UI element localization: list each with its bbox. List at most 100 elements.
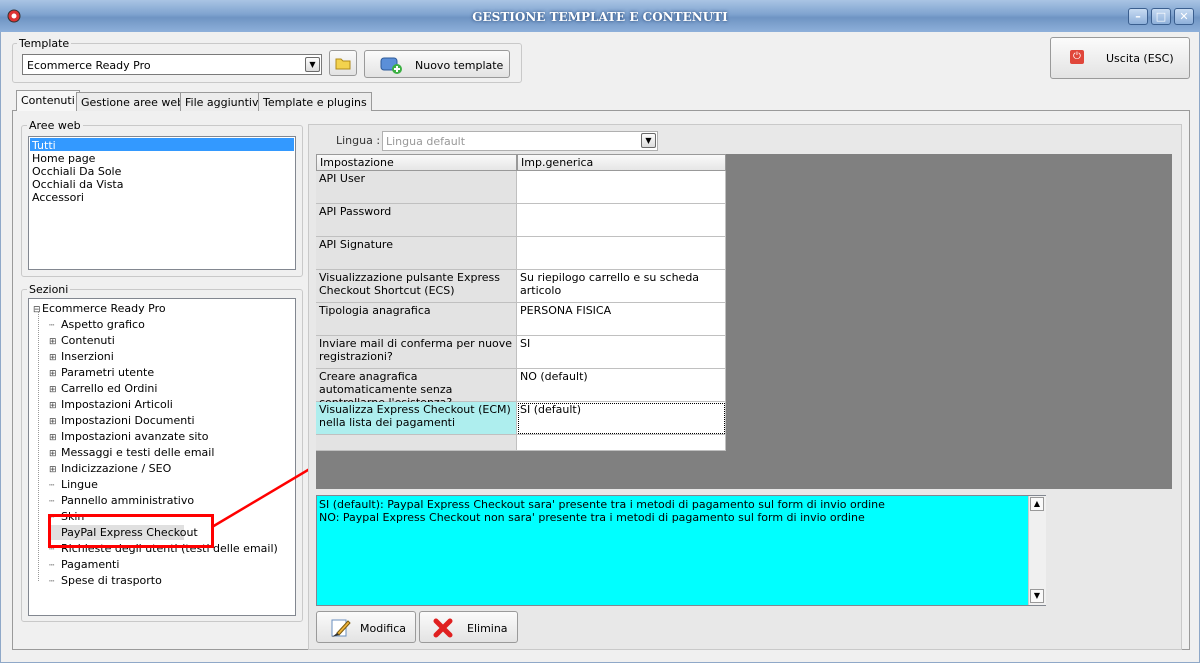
description-box[interactable]: SI (default): Paypal Express Checkout sa…	[316, 495, 1046, 606]
expand-icon[interactable]: ⊞	[49, 415, 58, 430]
tree-item[interactable]: ┄ Pannello amministrativo	[49, 493, 194, 508]
grid-cell-value[interactable]	[517, 237, 726, 270]
tree-item[interactable]: ┄ Pagamenti	[49, 557, 119, 572]
elimina-button[interactable]: Elimina	[419, 611, 518, 643]
tree-connector: ┄	[49, 561, 55, 571]
grid-cell-value[interactable]: PERSONA FISICA	[517, 303, 726, 336]
expand-icon[interactable]: ⊞	[49, 383, 58, 398]
tree-root[interactable]: ⊟Ecommerce Ready Pro	[33, 301, 166, 316]
aree-web-label: Aree web	[27, 119, 83, 132]
list-item[interactable]: Occhiali Da Sole	[32, 165, 121, 178]
scroll-up-icon[interactable]: ▲	[1030, 497, 1044, 511]
grid-cell-setting[interactable]: API User	[316, 171, 517, 204]
list-item-selection	[30, 138, 294, 151]
grid-cell-setting[interactable]: Visualizzazione pulsante Express Checkou…	[316, 270, 517, 303]
close-button[interactable]: ✕	[1174, 8, 1194, 25]
expand-icon[interactable]: ⊞	[49, 399, 58, 414]
tree-item-label: Inserzioni	[61, 350, 114, 363]
tab-file-aggiuntivi[interactable]: File aggiuntivi	[180, 92, 267, 111]
expand-icon[interactable]: ⊞	[49, 367, 58, 382]
grid-cell-setting[interactable]: Tipologia anagrafica	[316, 303, 517, 336]
list-item[interactable]: Tutti	[32, 139, 56, 152]
tree-item-label: Pagamenti	[61, 558, 120, 571]
title-bar: GESTIONE TEMPLATE E CONTENUTI – □ ✕	[0, 0, 1200, 33]
grid-header-impostazione[interactable]: Impostazione	[316, 154, 517, 171]
new-template-icon	[380, 57, 402, 74]
tree-item-label: Parametri utente	[61, 366, 155, 379]
expand-icon[interactable]: ⊞	[49, 351, 58, 366]
exit-button[interactable]: ⏻ Uscita (ESC)	[1050, 37, 1190, 79]
tree-item-label: Messaggi e testi delle email	[61, 446, 215, 459]
lingua-label: Lingua :	[336, 134, 381, 147]
scroll-down-icon[interactable]: ▼	[1030, 589, 1044, 603]
sezioni-label: Sezioni	[27, 283, 71, 296]
settings-grid[interactable]: Impostazione Imp.generica API User API Pa…	[316, 154, 726, 451]
tree-item-label: Aspetto grafico	[61, 318, 145, 331]
template-select[interactable]: Ecommerce Ready Pro ▼	[22, 54, 322, 75]
modifica-button[interactable]: Modifica	[316, 611, 416, 643]
lingua-select-value: Lingua default	[386, 135, 466, 148]
grid-header-imp-generica[interactable]: Imp.generica	[517, 154, 726, 171]
tree-item[interactable]: ⊞ Carrello ed Ordini	[49, 381, 157, 396]
tree-root-label: Ecommerce Ready Pro	[42, 302, 166, 315]
grid-cell-setting[interactable]: API Signature	[316, 237, 517, 270]
expand-icon[interactable]: ⊞	[49, 335, 58, 350]
grid-cell-value[interactable]: NO (default)	[517, 369, 726, 402]
chevron-down-icon[interactable]: ▼	[305, 57, 320, 72]
minimize-icon: –	[1135, 10, 1141, 23]
expand-icon[interactable]: ⊞	[49, 463, 58, 478]
grid-cell-value[interactable]: Su riepilogo carrello e su scheda artico…	[517, 270, 726, 303]
tree-item[interactable]: ┄ Lingue	[49, 477, 98, 492]
list-item[interactable]: Accessori	[32, 191, 84, 204]
tree-item-label: Contenuti	[61, 334, 115, 347]
grid-cell-value[interactable]	[517, 171, 726, 204]
tab-template-e-plugins[interactable]: Template e plugins	[258, 92, 372, 111]
tree-item[interactable]: ⊞ Messaggi e testi delle email	[49, 445, 214, 460]
tree-item-label: Impostazioni Articoli	[61, 398, 173, 411]
aree-web-list[interactable]: Tutti Home page Occhiali Da Sole Occhial…	[28, 136, 296, 270]
lingua-select[interactable]: Lingua default ▼	[382, 131, 658, 151]
grid-empty-row[interactable]	[316, 435, 517, 451]
grid-cell-value[interactable]: SI	[517, 336, 726, 369]
list-item[interactable]: Occhiali da Vista	[32, 178, 123, 191]
grid-cell-setting[interactable]: API Password	[316, 204, 517, 237]
grid-cell-setting[interactable]: Visualizza Express Checkout (ECM) nella …	[316, 402, 517, 435]
open-folder-button[interactable]	[329, 50, 357, 76]
tree-item[interactable]: ⊞ Impostazioni Documenti	[49, 413, 195, 428]
description-line-1: SI (default): Paypal Express Checkout sa…	[319, 498, 885, 511]
close-icon: ✕	[1179, 10, 1189, 23]
grid-cell-value[interactable]	[517, 204, 726, 237]
list-item[interactable]: Home page	[32, 152, 95, 165]
exit-label: Uscita (ESC)	[1106, 52, 1174, 65]
minimize-button[interactable]: –	[1128, 8, 1148, 25]
grid-empty-row[interactable]	[517, 435, 726, 451]
grid-cell-setting[interactable]: Inviare mail di conferma per nuove regis…	[316, 336, 517, 369]
description-scrollbar[interactable]: ▲ ▼	[1028, 496, 1046, 605]
tree-item[interactable]: ┄ Spese di trasporto	[49, 573, 162, 588]
grid-cell-value[interactable]: SI (default)	[517, 402, 726, 435]
tab-contenuti[interactable]: Contenuti	[16, 90, 80, 111]
maximize-button[interactable]: □	[1151, 8, 1171, 25]
maximize-icon: □	[1155, 10, 1167, 23]
tree-item[interactable]: ┄ Aspetto grafico	[49, 317, 145, 332]
tree-item[interactable]: ⊞ Impostazioni Articoli	[49, 397, 173, 412]
tree-item-label: Lingue	[61, 478, 98, 491]
tree-item[interactable]: ⊞ Indicizzazione / SEO	[49, 461, 171, 476]
tree-item-label: Impostazioni avanzate sito	[61, 430, 209, 443]
tree-item[interactable]: ⊞ Parametri utente	[49, 365, 154, 380]
tree-item-label: Impostazioni Documenti	[61, 414, 195, 427]
tree-item-label: Pannello amministrativo	[61, 494, 195, 507]
edit-icon	[331, 619, 351, 637]
tree-item[interactable]: ⊞ Inserzioni	[49, 349, 114, 364]
tab-gestione-aree-web[interactable]: Gestione aree web	[76, 92, 190, 111]
tree-connector: ┄	[49, 321, 55, 331]
tree-item[interactable]: ⊞ Impostazioni avanzate sito	[49, 429, 208, 444]
new-template-button[interactable]: Nuovo template	[364, 50, 510, 78]
expand-icon[interactable]: ⊞	[49, 447, 58, 462]
expand-icon[interactable]: ⊞	[49, 431, 58, 446]
delete-x-icon	[433, 618, 453, 638]
chevron-down-icon[interactable]: ▼	[641, 133, 656, 148]
grid-cell-setting[interactable]: Creare anagrafica automaticamente senza …	[316, 369, 517, 409]
tree-item-label: Indicizzazione / SEO	[61, 462, 172, 475]
tree-item[interactable]: ⊞ Contenuti	[49, 333, 115, 348]
